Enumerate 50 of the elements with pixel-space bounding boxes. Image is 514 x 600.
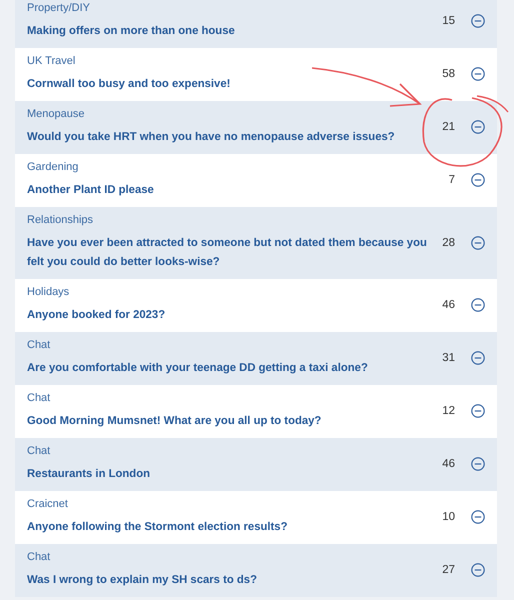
hide-icon[interactable] xyxy=(471,563,485,577)
thread-row[interactable]: Chat Are you comfortable with your teenage DD getting a taxi alone? 31 xyxy=(15,332,497,385)
thread-category[interactable]: Relationships xyxy=(27,213,429,228)
thread-category[interactable]: Holidays xyxy=(27,285,429,300)
thread-category[interactable]: Chat xyxy=(27,550,429,565)
thread-title[interactable]: Have you ever been attracted to someone but not dated them because you felt you could do better looks-wise? xyxy=(27,234,429,272)
thread-category[interactable]: Chat xyxy=(27,391,429,406)
thread-title[interactable]: Are you comfortable with your teenage DD getting a taxi alone? xyxy=(27,359,429,378)
reply-count: 31 xyxy=(441,352,455,364)
reply-count: 12 xyxy=(441,405,455,417)
thread-category[interactable]: Chat xyxy=(27,444,429,459)
thread-row[interactable]: Property/DIY Making offers on more than one house 15 xyxy=(15,0,497,48)
thread-category[interactable]: Craicnet xyxy=(27,497,429,512)
hide-icon[interactable] xyxy=(471,67,485,81)
hide-icon[interactable] xyxy=(471,14,485,28)
thread-title[interactable]: Good Morning Mumsnet! What are you all up to today? xyxy=(27,412,429,431)
hide-icon[interactable] xyxy=(471,120,485,134)
hide-icon[interactable] xyxy=(471,236,485,250)
hide-icon[interactable] xyxy=(471,457,485,471)
thread-row[interactable]: Chat Restaurants in London 46 xyxy=(15,438,497,491)
thread-category[interactable]: Gardening xyxy=(27,160,429,175)
thread-row[interactable]: Menopause Would you take HRT when you have no menopause adverse issues? 21 xyxy=(15,101,497,154)
thread-category[interactable]: Property/DIY xyxy=(27,1,429,16)
thread-row[interactable]: Relationships Have you ever been attracted to someone but not dated them because you felt you could do better looks-wise? 28 xyxy=(15,207,497,279)
thread-title[interactable]: Anyone following the Stormont election results? xyxy=(27,518,429,537)
thread-title[interactable]: Another Plant ID please xyxy=(27,181,429,200)
thread-category[interactable]: UK Travel xyxy=(27,54,429,69)
reply-count: 10 xyxy=(441,511,455,523)
thread-title[interactable]: Anyone booked for 2023? xyxy=(27,306,429,325)
thread-category[interactable]: Chat xyxy=(27,338,429,353)
reply-count: 28 xyxy=(441,236,455,248)
reply-count: 7 xyxy=(448,174,455,186)
reply-count: 15 xyxy=(441,15,455,27)
thread-title[interactable]: Making offers on more than one house xyxy=(27,22,429,41)
hide-icon[interactable] xyxy=(471,510,485,524)
hide-icon[interactable] xyxy=(471,404,485,418)
hide-icon[interactable] xyxy=(471,173,485,187)
reply-count: 58 xyxy=(441,68,455,80)
hide-icon[interactable] xyxy=(471,298,485,312)
hide-icon[interactable] xyxy=(471,351,485,365)
thread-title[interactable]: Would you take HRT when you have no menopause adverse issues? xyxy=(27,128,429,147)
thread-title[interactable]: Was I wrong to explain my SH scars to ds? xyxy=(27,571,429,590)
thread-title[interactable]: Restaurants in London xyxy=(27,465,429,484)
reply-count: 27 xyxy=(441,564,455,576)
thread-title[interactable]: Cornwall too busy and too expensive! xyxy=(27,75,429,94)
reply-count: 21 xyxy=(441,121,455,133)
reply-count: 46 xyxy=(441,458,455,470)
reply-count: 46 xyxy=(441,299,455,311)
thread-row[interactable]: Chat Was I wrong to explain my SH scars to ds? 27 xyxy=(15,544,497,597)
thread-category[interactable]: Menopause xyxy=(27,107,429,122)
